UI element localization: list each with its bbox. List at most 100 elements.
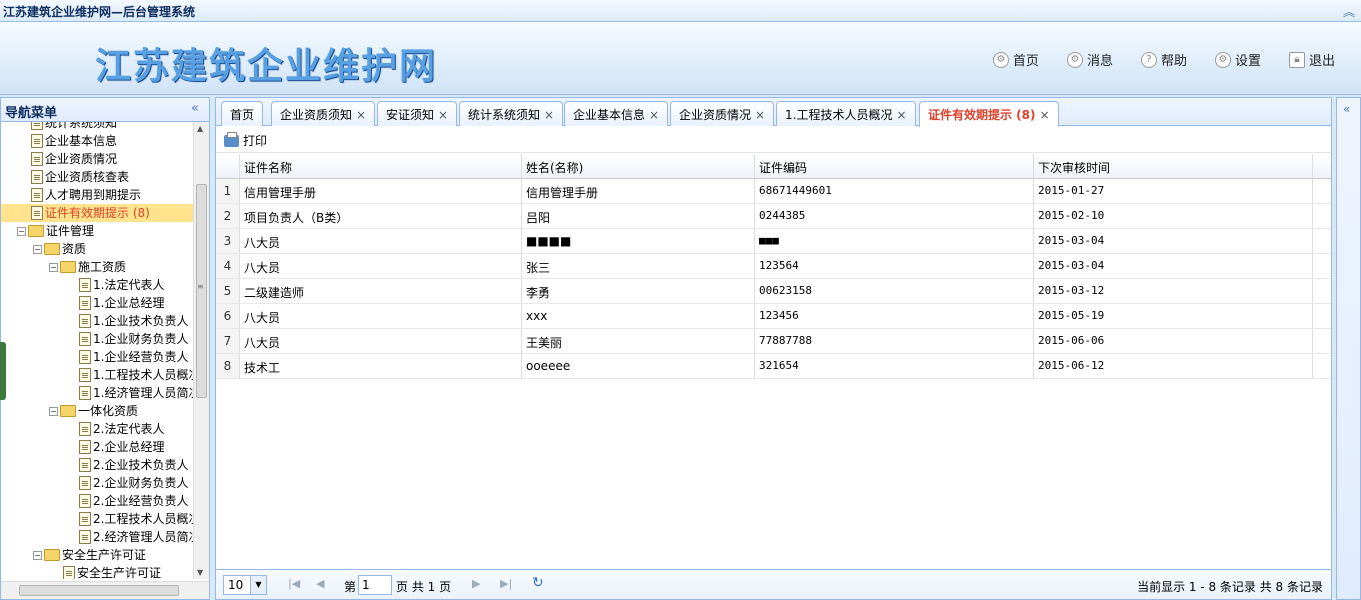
nav-horizontal-scrollbar[interactable] [1,581,209,599]
tree-item[interactable]: 1.法定代表人 [79,276,164,294]
nav-vertical-scrollbar[interactable]: ▲ ≡ ▼ [193,122,209,579]
folder-icon [28,225,44,237]
collapse-left-icon[interactable]: « [191,101,199,116]
folder-icon [44,243,60,255]
table-row[interactable]: 2 项目负责人（B类） 吕阳 0244385 2015-02-10 [216,204,1331,229]
tree-folder[interactable]: − 安全生产许可证 [33,546,146,564]
tree-item[interactable]: 1.企业财务负责人 [79,330,188,348]
collapse-toggle-icon[interactable]: − [49,262,58,272]
cell-cert-code: 123456 [755,304,1034,328]
tree-item[interactable]: 2.工程技术人员概况 [79,510,194,528]
table-row[interactable]: 7 八大员 王美丽 77887788 2015-06-06 [216,329,1331,354]
close-icon[interactable]: × [896,108,906,122]
close-icon[interactable]: × [356,108,366,122]
tree-item[interactable]: 人才聘用到期提示 [31,186,141,204]
tab-qualification-notice[interactable]: 企业资质须知 × [271,101,376,126]
nav-settings-label: 设置 [1234,54,1261,69]
close-icon[interactable]: × [438,108,448,122]
tab-home[interactable]: 首页 [221,101,264,126]
page-size-select[interactable]: 10 ▼ [223,575,267,595]
nav-settings[interactable]: ⚙ 设置 [1214,50,1261,69]
folder-icon [60,405,76,417]
tree-item-label: 安全生产许可证 [77,566,162,579]
collapse-toggle-icon[interactable]: − [49,406,58,416]
print-button[interactable]: 打印 [224,131,267,149]
tree-item[interactable]: 2.企业技术负责人 [79,456,188,474]
table-row[interactable]: 1 信用管理手册 信用管理手册 68671449601 2015-01-27 [216,179,1331,204]
tab-bar: 首页 企业资质须知 × 安证须知 × 统计系统须知 × 企业基本信息 × 企业资质情况 ×… [216,98,1331,127]
close-icon[interactable]: × [544,108,554,122]
scroll-up-icon[interactable]: ▲ [197,124,203,133]
tree-item[interactable]: 2.法定代表人 [79,420,164,438]
table-row[interactable]: 4 八大员 张三 123564 2015-03-04 [216,254,1331,279]
document-icon [79,494,91,508]
collapse-toggle-icon[interactable]: − [17,226,26,236]
gear-icon: ⚙ [1066,51,1083,68]
column-header[interactable]: 姓名(名称) [522,154,755,178]
tree-item[interactable]: 1.企业技术负责人 [79,312,188,330]
column-header[interactable]: 证件编码 [755,154,1034,178]
column-header[interactable]: 证件名称 [240,154,522,178]
tree-item[interactable]: 安全生产许可证 [63,564,161,579]
cell-cert-code: ■■■ [755,229,1034,253]
nav-home[interactable]: ⚙ 首页 [992,50,1039,69]
table-row[interactable]: 3 八大员 ■■■■ ■■■ 2015-03-04 [216,229,1331,254]
tree-folder[interactable]: − 一体化资质 [49,402,138,420]
expand-right-icon[interactable]: « [1343,102,1350,116]
tree-item[interactable]: 2.企业财务负责人 [79,474,188,492]
close-icon[interactable]: × [755,108,765,122]
first-page-icon[interactable]: |◀ [288,577,300,590]
collapse-toggle-icon[interactable]: − [33,244,42,254]
tab-stat-notice[interactable]: 统计系统须知 × [459,101,564,126]
tab-cert-expiry[interactable]: 证件有效期提示 (8) × [919,101,1059,127]
next-page-icon[interactable]: ▶ [472,577,480,590]
table-row[interactable]: 8 技术工 ooeeee 321654 2015-06-12 [216,354,1331,379]
tree-item-label: 企业基本信息 [45,134,118,148]
side-handle[interactable] [0,342,6,400]
collapse-header-icon[interactable]: ︽ [1343,3,1355,20]
nav-help[interactable]: ? 帮助 [1140,50,1187,69]
tree-item[interactable]: 1.工程技术人员概况 [79,366,194,384]
refresh-icon[interactable]: ↻ [532,575,544,591]
prev-page-icon[interactable]: ◀ [316,577,324,590]
tab-qualification-status[interactable]: 企业资质情况 × [670,101,775,126]
column-header[interactable]: 下次审核时间 [1034,154,1313,178]
tree-item[interactable]: 1.企业总经理 [79,294,164,312]
close-icon[interactable]: × [649,108,659,122]
tree-folder[interactable]: − 施工资质 [49,258,126,276]
tree-item[interactable]: 企业基本信息 [31,132,117,150]
tree-item[interactable]: 统计系统须知 [31,122,117,132]
tree-item[interactable]: 企业资质情况 [31,150,117,168]
tree-item[interactable]: 2.经济管理人员简况 [79,528,194,546]
tree-item[interactable]: 1.企业经营负责人 [79,348,188,366]
tree-item-selected[interactable]: 证件有效期提示 (8) [1,204,194,222]
site-logo: 江苏建筑企业维护网 [95,46,438,87]
page-number-input[interactable]: 1 [358,575,392,595]
scroll-thumb[interactable] [19,585,179,596]
scroll-down-icon[interactable]: ▼ [197,568,203,577]
scroll-thumb[interactable] [196,184,207,398]
nav-panel-header: 导航菜单 « [1,98,209,122]
page-size-value: 10 [228,578,244,592]
chevron-down-icon[interactable]: ▼ [250,576,266,594]
tree-item[interactable]: 企业资质核查表 [31,168,129,186]
tree-folder[interactable]: − 证件管理 [17,222,94,240]
cell-review-date: 2015-02-10 [1034,204,1313,228]
tab-technical-staff[interactable]: 1.工程技术人员概况 × [776,101,916,126]
tree-item[interactable]: 2.企业经营负责人 [79,492,188,510]
table-row[interactable]: 5 二级建造师 李勇 00623158 2015-03-12 [216,279,1331,304]
tab-label: 安证须知 [386,108,435,122]
collapse-toggle-icon[interactable]: − [33,550,42,560]
table-row[interactable]: 6 八大员 xxx 123456 2015-05-19 [216,304,1331,329]
tree-folder[interactable]: − 资质 [33,240,86,258]
tab-company-info[interactable]: 企业基本信息 × [564,101,669,126]
nav-logout[interactable]: 🔒︎ 退出 [1288,50,1335,69]
tab-safety-cert-notice[interactable]: 安证须知 × [377,101,458,126]
close-icon[interactable]: × [1040,108,1050,122]
last-page-icon[interactable]: ▶| [500,577,512,590]
tree-item[interactable]: 1.经济管理人员简况 [79,384,194,402]
cell-holder: ooeeee [522,354,755,378]
tree-item[interactable]: 2.企业总经理 [79,438,164,456]
nav-messages[interactable]: ⚙ 消息 [1066,50,1113,69]
tree-item-label: 企业资质核查表 [45,170,130,184]
